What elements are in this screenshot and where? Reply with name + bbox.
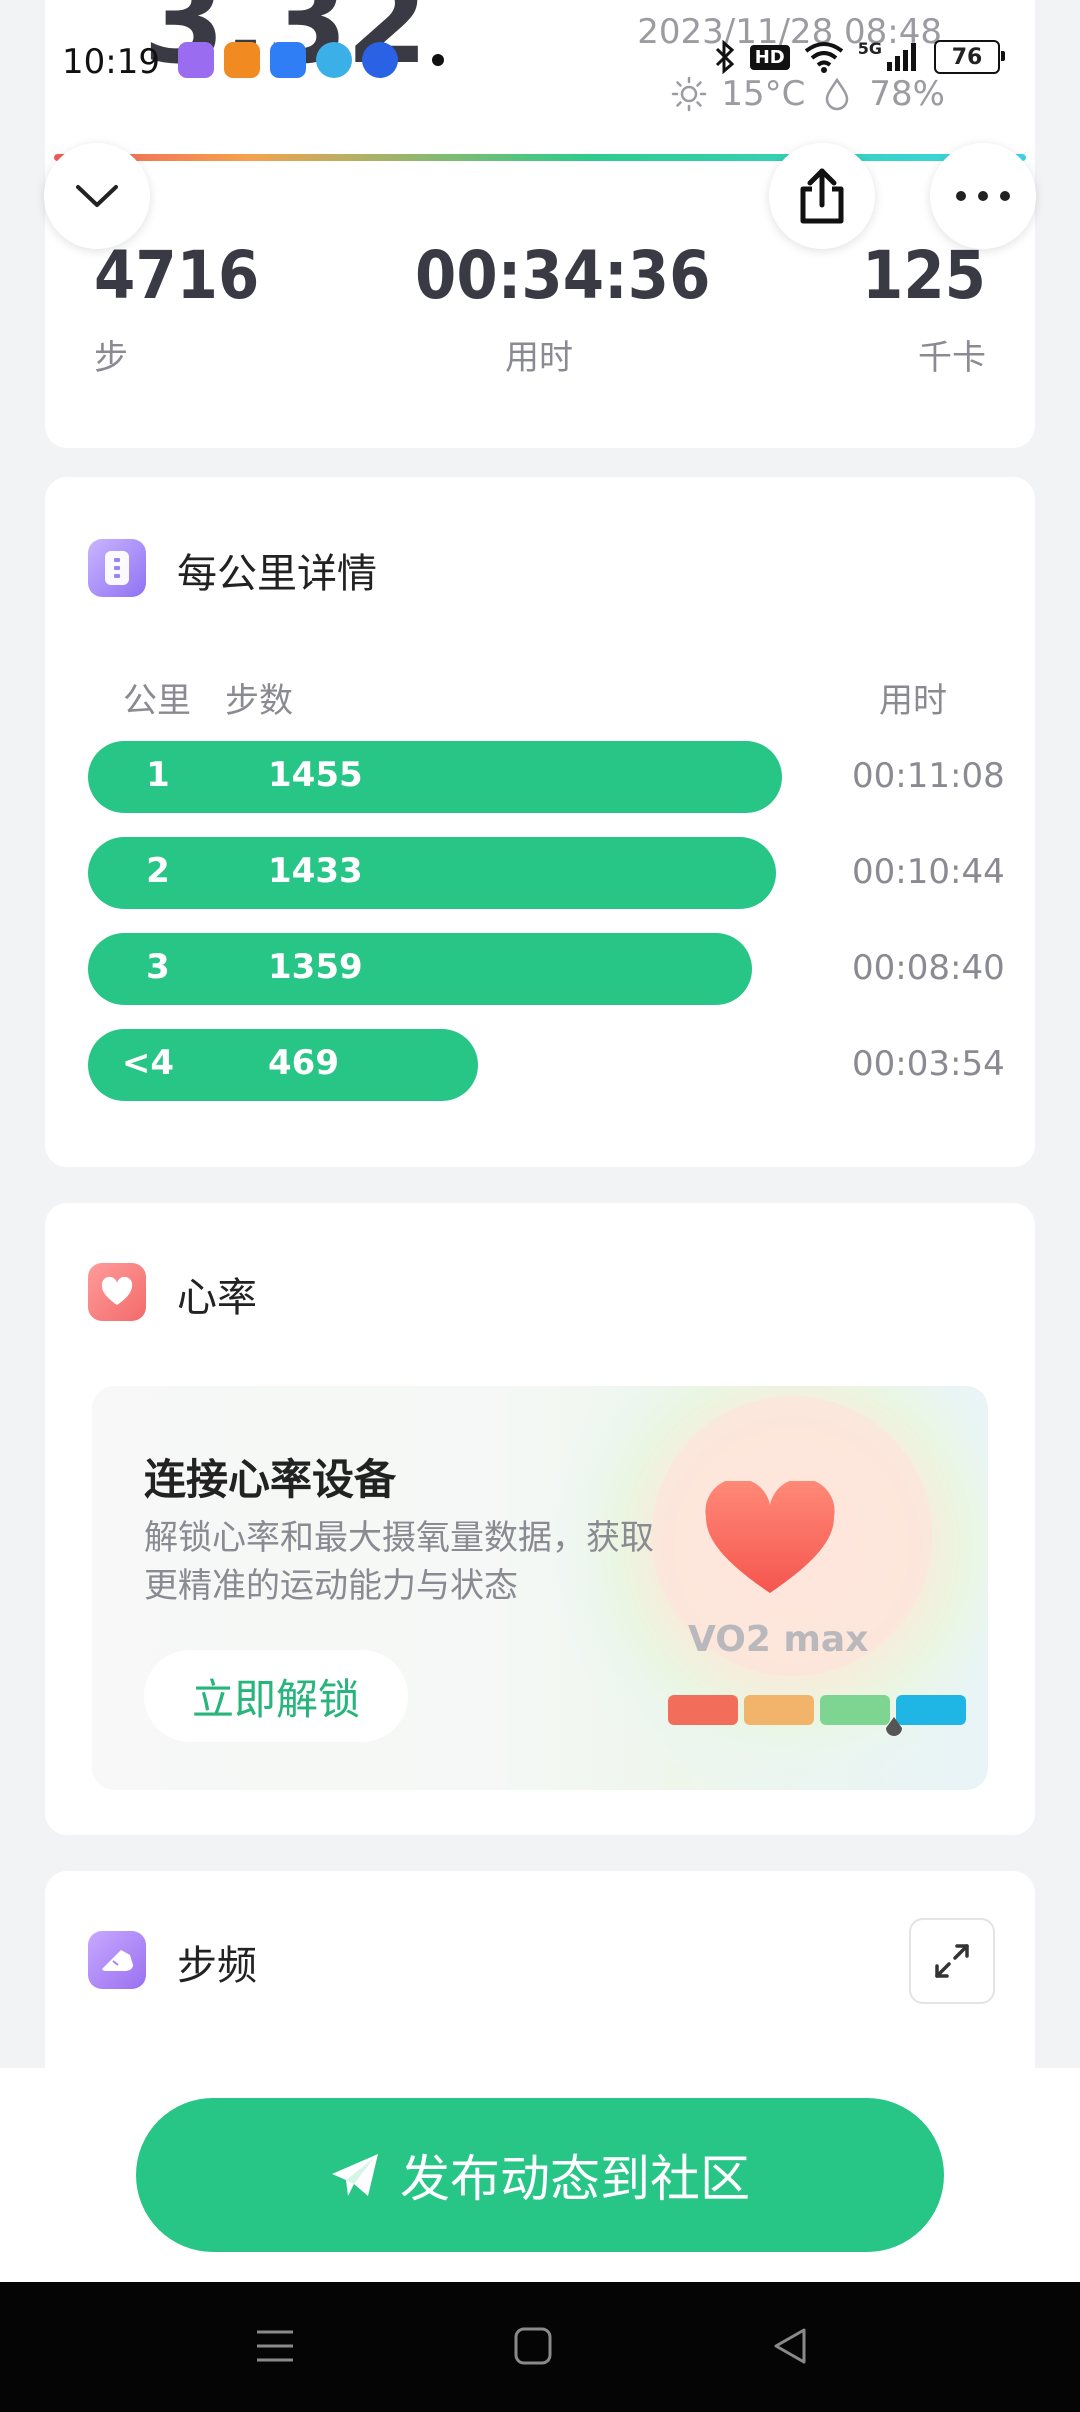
route-gradient-line xyxy=(54,154,1026,161)
app-notification-icon xyxy=(316,42,352,78)
back-nav-icon[interactable] xyxy=(770,2326,810,2366)
col-steps-header: 步数 xyxy=(225,681,293,721)
menu-nav-icon[interactable] xyxy=(255,2326,295,2366)
hd-badge: HD xyxy=(749,44,790,70)
expand-button[interactable] xyxy=(909,1918,995,2004)
status-right: HD 5G 76 xyxy=(714,38,1005,74)
shoe-icon xyxy=(88,1931,146,1989)
km-number: 3 xyxy=(146,947,170,987)
unlock-button[interactable]: 立即解锁 xyxy=(144,1650,408,1742)
collapse-button[interactable] xyxy=(44,143,150,249)
duration-label: 用时 xyxy=(505,338,573,378)
notification-icons xyxy=(178,42,444,78)
paper-plane-icon xyxy=(332,2154,378,2196)
status-bar: 10:19 HD 5G 76 xyxy=(0,0,1080,120)
chevron-down-icon xyxy=(76,185,118,207)
heart-rate-card: 心率 连接心率设备 解锁心率和最大摄氧量数据，获取更精准的运动能力与状态 立即解… xyxy=(45,1203,1035,1835)
steps-label: 步 xyxy=(94,338,128,378)
km-details-card: 每公里详情 公里 步数 用时 1 1455 00:11:08 2 1433 00… xyxy=(45,477,1035,1167)
bluetooth-icon xyxy=(715,40,734,74)
vo2-scale-segment xyxy=(668,1695,738,1725)
km-number: 2 xyxy=(146,851,170,891)
publish-label: 发布动态到社区 xyxy=(400,2150,750,2208)
vo2-scale-segment xyxy=(744,1695,814,1725)
app-notification-icon xyxy=(178,42,214,78)
km-steps: 1433 xyxy=(268,851,363,891)
connect-device-title: 连接心率设备 xyxy=(144,1455,397,1504)
status-time: 10:19 xyxy=(62,42,160,82)
connect-device-panel: 连接心率设备 解锁心率和最大摄氧量数据，获取更精准的运动能力与状态 立即解锁 V… xyxy=(92,1386,988,1790)
col-km-header: 公里 xyxy=(123,681,191,721)
connect-device-description: 解锁心率和最大摄氧量数据，获取更精准的运动能力与状态 xyxy=(144,1518,654,1606)
signal-icon xyxy=(887,43,916,71)
heart-rate-title: 心率 xyxy=(177,1275,257,1321)
col-time-header: 用时 xyxy=(879,681,947,721)
more-notifications-dot xyxy=(432,54,444,66)
km-time: 00:10:44 xyxy=(852,852,1005,892)
app-notification-icon xyxy=(362,42,398,78)
home-nav-icon[interactable] xyxy=(513,2326,553,2366)
more-dots-icon xyxy=(956,191,1010,201)
km-steps: 1359 xyxy=(268,947,363,987)
battery-indicator: 76 xyxy=(934,40,1005,74)
km-time: 00:11:08 xyxy=(852,756,1005,796)
system-navigation-bar xyxy=(0,2282,1080,2412)
app-notification-icon xyxy=(224,42,260,78)
calories-value: 125 xyxy=(862,237,986,314)
calories-label: 千卡 xyxy=(918,338,986,378)
publish-to-community-button[interactable]: 发布动态到社区 xyxy=(136,2098,944,2252)
battery-level: 76 xyxy=(951,44,983,70)
app-notification-icon xyxy=(270,42,306,78)
vo2-scale-segment xyxy=(820,1695,890,1725)
steps-value: 4716 xyxy=(94,237,260,314)
network-type: 5G xyxy=(857,38,882,58)
vo2-scale-segment xyxy=(896,1695,966,1725)
heart-icon xyxy=(88,1263,146,1321)
vo2-max-label: VO2 max xyxy=(688,1619,869,1660)
km-time: 00:08:40 xyxy=(852,948,1005,988)
vo2-pointer-icon xyxy=(886,1717,902,1736)
km-steps: 1455 xyxy=(268,755,363,795)
km-steps: 469 xyxy=(268,1043,339,1083)
share-button[interactable] xyxy=(769,143,875,249)
ruler-icon xyxy=(88,539,146,597)
more-button[interactable] xyxy=(930,143,1036,249)
duration-value: 00:34:36 xyxy=(415,237,711,314)
km-details-title: 每公里详情 xyxy=(177,551,377,597)
expand-icon xyxy=(935,1944,969,1978)
km-time: 00:03:54 xyxy=(852,1044,1005,1084)
share-icon xyxy=(800,168,844,224)
heart-illustration-icon xyxy=(705,1481,835,1593)
wifi-icon xyxy=(804,42,843,73)
vo2-scale xyxy=(668,1695,966,1725)
km-number: <4 xyxy=(121,1043,175,1083)
km-number: 1 xyxy=(146,755,170,795)
cadence-title: 步频 xyxy=(177,1943,257,1989)
